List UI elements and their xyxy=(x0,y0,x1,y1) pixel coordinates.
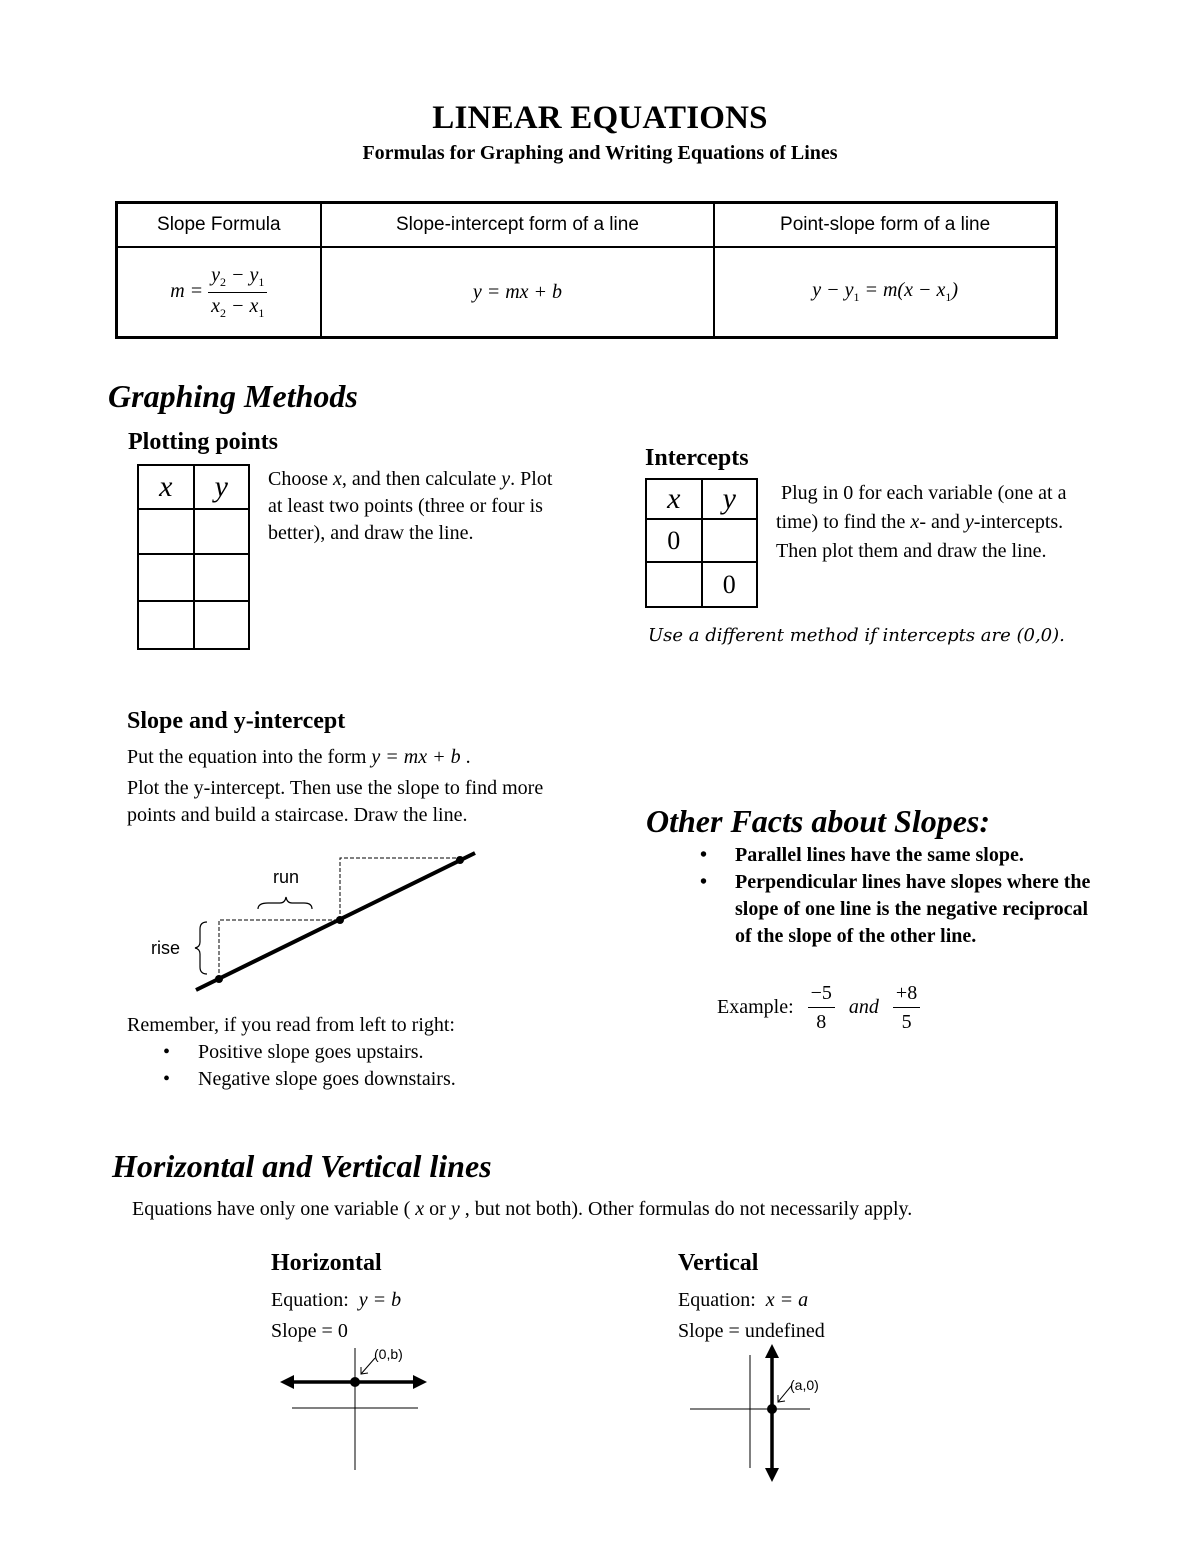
table-header-x: x xyxy=(137,464,195,510)
table-cell: 0 xyxy=(700,561,758,608)
list-item: • Parallel lines have the same slope. xyxy=(700,842,1095,869)
example-label: Example: xyxy=(717,996,794,1018)
slope-example: Example: −5 8 and +8 5 xyxy=(717,981,921,1034)
col-header-point-slope: Point-slope form of a line xyxy=(713,201,1058,248)
table-row xyxy=(137,600,250,650)
horizontal-heading: Horizontal xyxy=(271,1250,382,1276)
table-cell xyxy=(192,508,250,555)
slope-intercept-line1: Put the equation into the form y = mx + … xyxy=(127,746,471,768)
slope-line xyxy=(195,851,476,992)
page-subtitle: Formulas for Graphing and Writing Equati… xyxy=(362,142,838,164)
slope-formula-cell: m = y2 − y1 x2 − x1 xyxy=(115,246,322,339)
point-label: (0,b) xyxy=(374,1346,403,1362)
slope-formula-numerator: y2 − y1 xyxy=(208,264,268,293)
slope-formula-fraction: y2 − y1 x2 − x1 xyxy=(208,264,268,321)
table-header-x: x xyxy=(645,478,703,520)
slope-formula-denominator: x2 − x1 xyxy=(211,294,265,320)
intercepts-note: Use a different method if intercepts are… xyxy=(648,625,1065,646)
table-cell xyxy=(192,553,250,602)
arrow-down-icon xyxy=(765,1468,779,1482)
rise-label: rise xyxy=(151,938,180,958)
table-cell xyxy=(700,518,758,563)
example-fraction-1: −5 8 xyxy=(807,981,835,1034)
other-facts-list: • Parallel lines have the same slope. • Pe… xyxy=(700,842,1095,950)
list-item: • Negative slope goes downstairs. xyxy=(163,1066,598,1093)
point-slope-cell: y − y1 = m(x − x1) xyxy=(713,246,1058,339)
x-intercept-point xyxy=(767,1404,777,1414)
slope-intercept-cell: y = mx + b xyxy=(319,246,716,339)
table-cell xyxy=(137,600,195,650)
horiz-vert-intro: Equations have only one variable ( x or … xyxy=(132,1198,913,1220)
col-header-slope-intercept: Slope-intercept form of a line xyxy=(319,201,716,248)
plotting-points-heading: Plotting points xyxy=(128,429,279,455)
staircase-diagram: run rise xyxy=(151,851,476,992)
example-and: and xyxy=(848,996,879,1018)
run-label: run xyxy=(273,867,299,887)
table-row: 0 xyxy=(645,518,758,563)
table-header-y: y xyxy=(700,478,758,520)
arrow-left-icon xyxy=(280,1375,294,1389)
vertical-line-graph: (a,0) xyxy=(690,1344,819,1482)
bullet-icon: • xyxy=(163,1068,171,1090)
vertical-heading: Vertical xyxy=(678,1250,759,1276)
intercepts-description: Plug in 0 for each variable (one at a ti… xyxy=(776,482,1067,562)
y-intercept-point xyxy=(350,1377,360,1387)
bullet-icon: • xyxy=(700,871,708,893)
slope-formula-lhs: m = xyxy=(170,279,204,302)
table-cell xyxy=(645,561,703,608)
arrow-up-icon xyxy=(765,1344,779,1358)
horizontal-equation: Equation: y = b xyxy=(271,1289,402,1311)
table-row xyxy=(137,508,250,555)
example-fraction-2: +8 5 xyxy=(892,981,921,1034)
graphing-methods-heading: Graphing Methods xyxy=(108,378,358,414)
vertical-equation: Equation: x = a xyxy=(678,1289,809,1311)
intercepts-heading: Intercepts xyxy=(645,445,749,471)
pointer-arrow-icon xyxy=(360,1357,376,1375)
table-cell xyxy=(137,508,195,555)
col-header-slope-formula: Slope Formula xyxy=(115,201,322,248)
rise-brace-icon xyxy=(194,921,208,975)
table-row: 0 xyxy=(645,561,758,608)
remember-text: Remember, if you read from left to right… xyxy=(127,1014,455,1036)
point-label: (a,0) xyxy=(790,1377,819,1393)
table-cell: 0 xyxy=(645,518,703,563)
list-item: • Positive slope goes upstairs. xyxy=(163,1039,598,1066)
table-header-y: y xyxy=(192,464,250,510)
run-brace-icon xyxy=(257,896,313,910)
other-facts-heading: Other Facts about Slopes: xyxy=(646,803,991,839)
bullet-icon: • xyxy=(163,1041,171,1063)
table-row xyxy=(137,553,250,602)
horiz-vert-heading: Horizontal and Vertical lines xyxy=(112,1148,492,1184)
formula-table: Slope Formula Slope-intercept form of a … xyxy=(115,201,1058,339)
list-item: • Perpendicular lines have slopes where t… xyxy=(700,871,1091,947)
intercepts-table: x y 0 0 xyxy=(645,478,758,608)
bullet-icon: • xyxy=(700,844,708,866)
horizontal-line-graph: (0,b) xyxy=(280,1346,427,1470)
point-3 xyxy=(456,856,464,864)
slope-direction-list: • Positive slope goes upstairs. • Negative… xyxy=(163,1039,598,1093)
slope-intercept-heading: Slope and y-intercept xyxy=(127,708,346,734)
arrow-right-icon xyxy=(413,1375,427,1389)
plotting-points-table: x y xyxy=(137,464,250,650)
plotting-points-description: Choose x, and then calculate y. Plot at … xyxy=(268,468,553,544)
page-title: LINEAR EQUATIONS xyxy=(432,100,768,136)
slope-intercept-line2: Plot the y-intercept. Then use the slope… xyxy=(127,777,544,826)
table-cell xyxy=(137,553,195,602)
table-cell xyxy=(192,600,250,650)
